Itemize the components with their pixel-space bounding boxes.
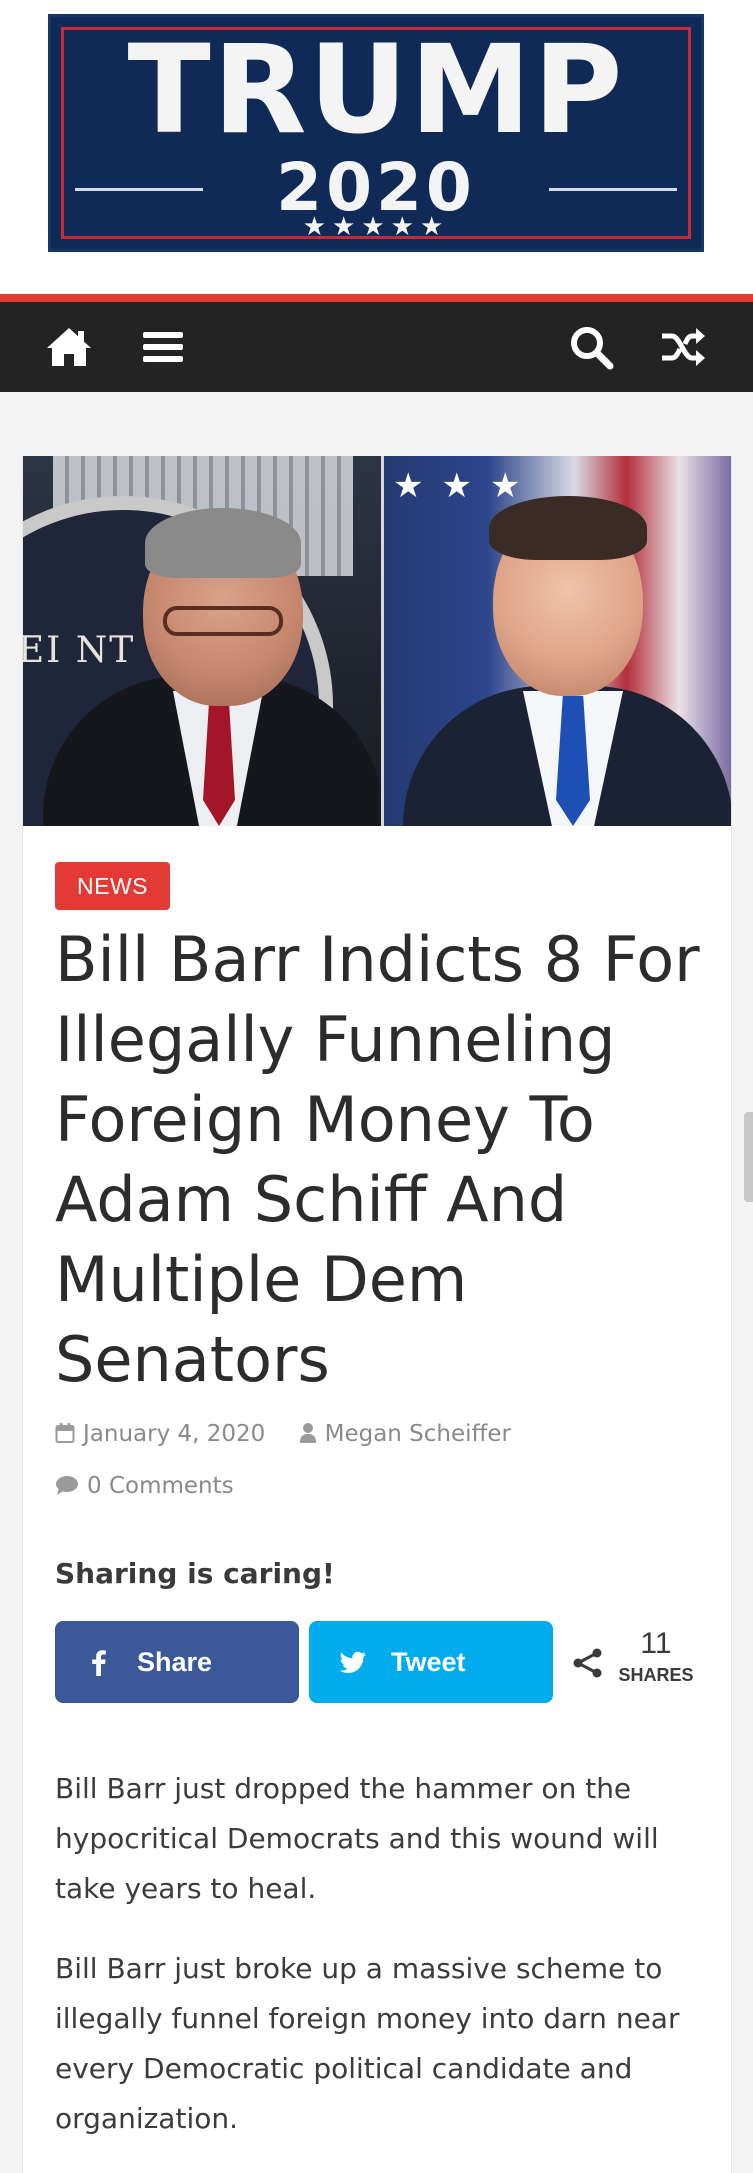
featured-image[interactable]: DEI NT O ★★★ — [23, 456, 731, 826]
hero-left-person-hair — [145, 508, 301, 578]
nav-accent-border — [0, 294, 753, 302]
sharing-heading: Sharing is caring! — [55, 1557, 335, 1590]
twitter-share-button[interactable]: Tweet — [309, 1621, 553, 1703]
banner-rule-right — [549, 188, 677, 191]
article-author[interactable]: Megan Scheiffer — [299, 1408, 511, 1460]
share-count: 11 SHARES — [571, 1626, 711, 1698]
article-date[interactable]: January 4, 2020 — [55, 1408, 265, 1460]
share-count-number: 11 — [640, 1627, 672, 1660]
menu-icon[interactable] — [138, 322, 188, 372]
article-comments[interactable]: 0 Comments — [55, 1460, 234, 1512]
twitter-share-label: Tweet — [391, 1647, 466, 1677]
share-icon — [571, 1646, 605, 1680]
banner-stars: ★★★★★ — [302, 212, 450, 242]
shuffle-icon[interactable] — [658, 322, 708, 372]
home-icon[interactable] — [44, 322, 94, 372]
article-meta: January 4, 2020 Megan Scheiffer 0 Commen… — [55, 1408, 695, 1512]
hero-divider — [381, 456, 384, 826]
facebook-share-label: Share — [137, 1647, 213, 1677]
article-date-text: January 4, 2020 — [83, 1421, 266, 1447]
twitter-icon — [339, 1648, 367, 1676]
share-count-label: SHARES — [618, 1665, 694, 1685]
article-author-text: Megan Scheiffer — [324, 1421, 512, 1447]
user-icon — [299, 1422, 317, 1444]
search-icon[interactable] — [566, 322, 616, 372]
site-logo-banner[interactable]: TRUMP 2020 ★★★★★ — [48, 14, 704, 252]
banner-title: TRUMP — [127, 19, 625, 161]
hero-right-person-hair — [489, 496, 647, 560]
article-comments-text: 0 Comments — [87, 1473, 234, 1499]
facebook-share-button[interactable]: Share — [55, 1621, 299, 1703]
article-card: DEI NT O ★★★ NEWS Bill Barr Indicts 8 Fo… — [22, 456, 732, 2173]
article-paragraph-1: Bill Barr just dropped the hammer on the… — [55, 1772, 659, 1905]
main-navigation — [0, 302, 753, 392]
comment-icon — [55, 1474, 79, 1496]
category-badge[interactable]: NEWS — [55, 862, 170, 910]
site-header: TRUMP 2020 ★★★★★ — [0, 0, 753, 294]
article-title: Bill Barr Indicts 8 For Illegally Funnel… — [55, 923, 700, 1396]
calendar-icon — [55, 1422, 75, 1444]
facebook-icon — [85, 1648, 113, 1676]
article-paragraph-2: Bill Barr just broke up a massive scheme… — [55, 1952, 680, 2135]
hero-left-person-glasses — [163, 606, 283, 636]
scrollbar-thumb[interactable] — [744, 1112, 753, 1202]
hero-flag-stars: ★★★ — [393, 466, 539, 506]
